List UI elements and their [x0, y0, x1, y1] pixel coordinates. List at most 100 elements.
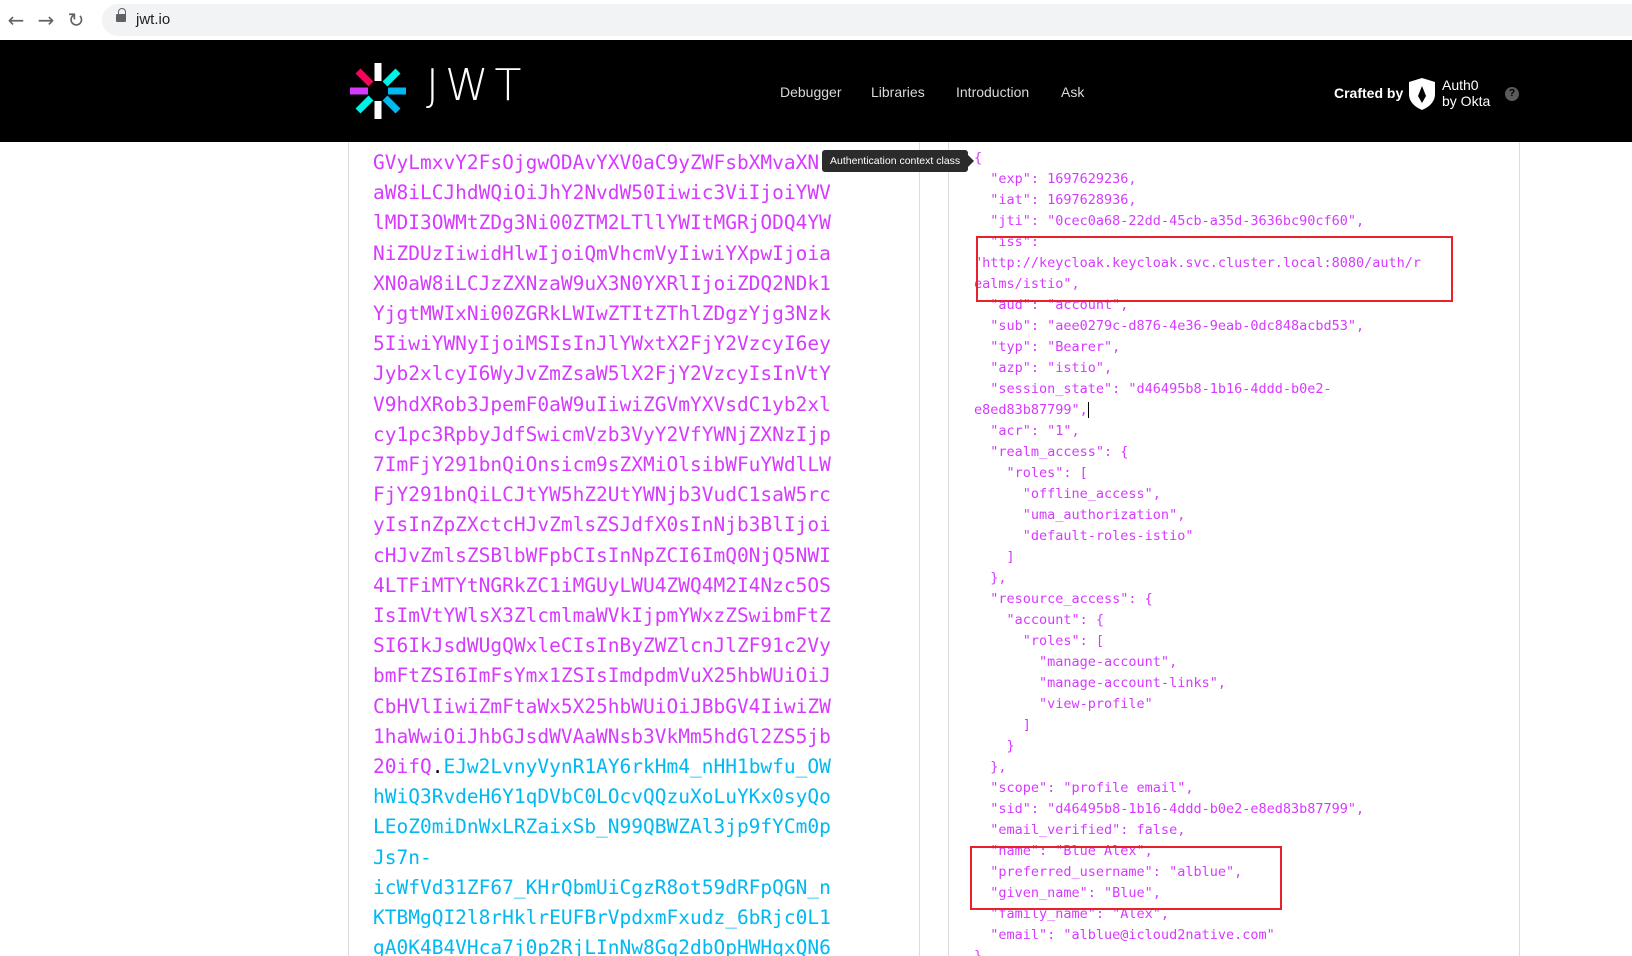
forward-arrow-icon[interactable]: →	[34, 8, 58, 32]
token-signature-line[interactable]: LEoZ0miDnWxLRZaixSb_N99QBWZAl3jp9fYCm0p	[373, 812, 893, 842]
token-signature-segment[interactable]: EJw2LvnyVynR1AY6rkHm4_nHH1bwfu_OW	[443, 755, 830, 778]
json-line[interactable]: },	[974, 568, 1421, 589]
json-line[interactable]: "jti": "0cec0a68-22dd-45cb-a35d-3636bc90…	[974, 211, 1421, 232]
token-line[interactable]: 7ImFjY291bnQiOnsicm9sZXMiOlsibWFuYWdlLW	[373, 450, 893, 480]
json-line[interactable]: "acr": "1",	[974, 421, 1421, 442]
json-line[interactable]: "email": "alblue@icloud2native.com"	[974, 925, 1421, 946]
token-line[interactable]: Jyb2xlcyI6WyJvZmZsaW5lX2FjY2VzcyIsInVtY	[373, 359, 893, 389]
jwt-logo-icon[interactable]	[348, 61, 408, 121]
token-payload-segment[interactable]: Jyb2xlcyI6WyJvZmZsaW5lX2FjY2VzcyIsInVtY	[373, 362, 831, 385]
token-payload-segment[interactable]: CbHVlIiwiZmFtaWx5X25hbWUiOiJBbGV4IiwiZW	[373, 695, 831, 718]
token-payload-segment[interactable]: 4LTFiMTYtNGRkZC1iMGUyLWU4ZWQ4M2I4Nzc5OS	[373, 574, 831, 597]
json-line[interactable]: "exp": 1697629236,	[974, 169, 1421, 190]
token-payload-segment[interactable]: IsImVtYWlsX3ZlcmlmaWVkIjpmYWxzZSwibmFtZ	[373, 604, 831, 627]
lock-icon[interactable]	[116, 8, 126, 22]
json-line[interactable]: ]	[974, 715, 1421, 736]
nav-libraries[interactable]: Libraries	[871, 84, 925, 100]
token-line[interactable]: GVyLmxvY2FsOjgwODAvYXV0aC9yZWFsbXMvaXN	[373, 148, 893, 178]
json-line[interactable]: "account": {	[974, 610, 1421, 631]
tooltip: Authentication context class	[822, 150, 975, 172]
token-separator-dot[interactable]: .	[432, 755, 444, 778]
token-line[interactable]: 1haWwiOiJhbGJsdWVAaWNsb3VkMm5hdGl2ZS5jb	[373, 722, 893, 752]
token-payload-segment[interactable]: bmFtZSI6ImFsYmx1ZSIsImdpdmVuX25hbWUiOiJ	[373, 664, 831, 687]
token-line[interactable]: lMDI3OWMtZDg3Ni00ZTM2LTllYWItMGRjODQ4YW	[373, 208, 893, 238]
help-icon[interactable]: ?	[1505, 87, 1519, 101]
token-line[interactable]: IsImVtYWlsX3ZlcmlmaWVkIjpmYWxzZSwibmFtZ	[373, 601, 893, 631]
token-line[interactable]: 4LTFiMTYtNGRkZC1iMGUyLWU4ZWQ4M2I4Nzc5OS	[373, 571, 893, 601]
address-bar[interactable]: jwt.io	[102, 4, 1632, 36]
token-payload-segment[interactable]: lMDI3OWMtZDg3Ni00ZTM2LTllYWItMGRjODQ4YW	[373, 211, 831, 234]
token-payload-segment[interactable]: 7ImFjY291bnQiOnsicm9sZXMiOlsibWFuYWdlLW	[373, 453, 831, 476]
json-line[interactable]: "typ": "Bearer",	[974, 337, 1421, 358]
json-line[interactable]: ]	[974, 547, 1421, 568]
json-line[interactable]: e8ed83b87799",	[974, 400, 1421, 421]
url-text[interactable]: jwt.io	[136, 11, 170, 28]
token-line[interactable]: SI6IkJsdWUgQWxleCIsInByZWZlcnJlZF91c2Vy	[373, 631, 893, 661]
token-payload-segment[interactable]: FjY291bnQiLCJtYW5hZ2UtYWNjb3VudC1saW5rc	[373, 483, 831, 506]
json-line[interactable]: "default-roles-istio"	[974, 526, 1421, 547]
json-line[interactable]: "roles": [	[974, 631, 1421, 652]
auth0-brand[interactable]: Auth0 by Okta	[1442, 77, 1490, 109]
token-line[interactable]: YjgtMWIxNi00ZGRkLWIwZTItZThlZDgzYjg3Nzk	[373, 299, 893, 329]
auth0-shield-icon[interactable]	[1408, 77, 1436, 111]
token-payload-segment[interactable]: YjgtMWIxNi00ZGRkLWIwZTItZThlZDgzYjg3Nzk	[373, 302, 831, 325]
token-line[interactable]: yIsInZpZXctcHJvZmlsZSJdfX0sInNjb3BlIjoi	[373, 510, 893, 540]
token-payload-segment[interactable]: NiZDUzIiwidHlwIjoiQmVhcmVyIiwiYXpwIjoia	[373, 242, 831, 265]
token-line[interactable]: aW8iLCJhdWQiOiJhY2NvdW50Iiwic3ViIjoiYWV	[373, 178, 893, 208]
jwt-wordmark[interactable]: JWT	[426, 60, 527, 111]
token-line[interactable]: XN0aW8iLCJzZXNzaW9uX3N0YXRlIjoiZDQ2NDk1	[373, 269, 893, 299]
json-line[interactable]: "iat": 1697628936,	[974, 190, 1421, 211]
token-payload-segment[interactable]: XN0aW8iLCJzZXNzaW9uX3N0YXRlIjoiZDQ2NDk1	[373, 272, 831, 295]
token-line[interactable]: cHJvZmlsZSBlbWFpbCIsInNpZCI6ImQ0NjQ5NWI	[373, 541, 893, 571]
token-payload-segment[interactable]: 1haWwiOiJhbGJsdWVAaWNsb3VkMm5hdGl2ZS5jb	[373, 725, 831, 748]
json-line[interactable]: "email_verified": false,	[974, 820, 1421, 841]
token-payload-segment[interactable]: V9hdXRob3JpemF0aW9uIiwiZGVmYXVsdC1yb2xl	[373, 393, 831, 416]
token-payload-segment[interactable]: cy1pc3RpbyJdfSwicmVzb3VyY2VfYWNjZXNzIjp	[373, 423, 831, 446]
token-payload-segment[interactable]: 20ifQ	[373, 755, 432, 778]
json-line[interactable]: "uma_authorization",	[974, 505, 1421, 526]
token-payload-segment[interactable]: cHJvZmlsZSBlbWFpbCIsInNpZCI6ImQ0NjQ5NWI	[373, 544, 831, 567]
token-payload-segment[interactable]: GVyLmxvY2FsOjgwODAvYXV0aC9yZWFsbXMvaXN	[373, 151, 819, 174]
token-payload-segment[interactable]: SI6IkJsdWUgQWxleCIsInByZWZlcnJlZF91c2Vy	[373, 634, 831, 657]
json-line[interactable]: {	[974, 148, 1421, 169]
reload-icon[interactable]: ↻	[64, 8, 88, 32]
json-line[interactable]: "roles": [	[974, 463, 1421, 484]
token-payload-segment[interactable]: yIsInZpZXctcHJvZmlsZSJdfX0sInNjb3BlIjoi	[373, 513, 831, 536]
encoded-token-panel[interactable]: GVyLmxvY2FsOjgwODAvYXV0aC9yZWFsbXMvaXN aW…	[348, 142, 920, 956]
json-line[interactable]: "offline_access",	[974, 484, 1421, 505]
json-line[interactable]: "resource_access": {	[974, 589, 1421, 610]
json-line[interactable]: },	[974, 757, 1421, 778]
json-line[interactable]: "azp": "istio",	[974, 358, 1421, 379]
token-line[interactable]: V9hdXRob3JpemF0aW9uIiwiZGVmYXVsdC1yb2xl	[373, 390, 893, 420]
back-arrow-icon[interactable]: ←	[4, 8, 28, 32]
token-line[interactable]: NiZDUzIiwidHlwIjoiQmVhcmVyIiwiYXpwIjoia	[373, 239, 893, 269]
json-line[interactable]: "manage-account-links",	[974, 673, 1421, 694]
nav-introduction[interactable]: Introduction	[956, 84, 1029, 100]
token-signature-line[interactable]: gA0K4B4VHca7j0p2RjLInNw8Gq2dbOpHWHqxQN6	[373, 933, 893, 956]
nav-debugger[interactable]: Debugger	[780, 84, 842, 100]
json-line[interactable]: "realm_access": {	[974, 442, 1421, 463]
token-line[interactable]: 20ifQ.EJw2LvnyVynR1AY6rkHm4_nHH1bwfu_OW	[373, 752, 893, 782]
token-payload-segment[interactable]: 5IiwiYWNyIjoiMSIsInJlYWxtX2FjY2VzcyI6ey	[373, 332, 831, 355]
json-line[interactable]: "view-profile"	[974, 694, 1421, 715]
browser-toolbar: ← → ↻ jwt.io	[0, 0, 1632, 40]
json-line[interactable]: "scope": "profile email",	[974, 778, 1421, 799]
token-payload-segment[interactable]: aW8iLCJhdWQiOiJhY2NvdW50Iiwic3ViIjoiYWV	[373, 181, 831, 204]
token-line[interactable]: 5IiwiYWNyIjoiMSIsInJlYWxtX2FjY2VzcyI6ey	[373, 329, 893, 359]
token-line[interactable]: FjY291bnQiLCJtYW5hZ2UtYWNjb3VudC1saW5rc	[373, 480, 893, 510]
json-line[interactable]: "sub": "aee0279c-d876-4e36-9eab-0dc848ac…	[974, 316, 1421, 337]
json-line[interactable]: "manage-account",	[974, 652, 1421, 673]
nav-ask[interactable]: Ask	[1061, 84, 1084, 100]
token-line[interactable]: cy1pc3RpbyJdfSwicmVzb3VyY2VfYWNjZXNzIjp	[373, 420, 893, 450]
json-line[interactable]: }	[974, 946, 1421, 956]
token-signature-line[interactable]: KTBMgQI2l8rHklrEUFBrVpdxmFxudz_6bRjc0L1	[373, 903, 893, 933]
token-signature-line[interactable]: hWiQ3RvdeH6Y1qDVbC0LOcvQQzuXoLuYKx0syQo	[373, 782, 893, 812]
token-line[interactable]: CbHVlIiwiZmFtaWx5X25hbWUiOiJBbGV4IiwiZW	[373, 692, 893, 722]
json-line[interactable]: "session_state": "d46495b8-1b16-4ddd-b0e…	[974, 379, 1421, 400]
token-signature-line[interactable]: Js7n-	[373, 843, 893, 873]
token-line[interactable]: bmFtZSI6ImFsYmx1ZSIsImdpdmVuX25hbWUiOiJ	[373, 661, 893, 691]
json-line[interactable]: }	[974, 736, 1421, 757]
json-line[interactable]: "sid": "d46495b8-1b16-4ddd-b0e2-e8ed83b8…	[974, 799, 1421, 820]
token-signature-line[interactable]: icWfVd31ZF67_KHrQbmUiCgzR8ot59dRFpQGN_n	[373, 873, 893, 903]
encoded-token-text[interactable]: GVyLmxvY2FsOjgwODAvYXV0aC9yZWFsbXMvaXN aW…	[373, 148, 893, 956]
